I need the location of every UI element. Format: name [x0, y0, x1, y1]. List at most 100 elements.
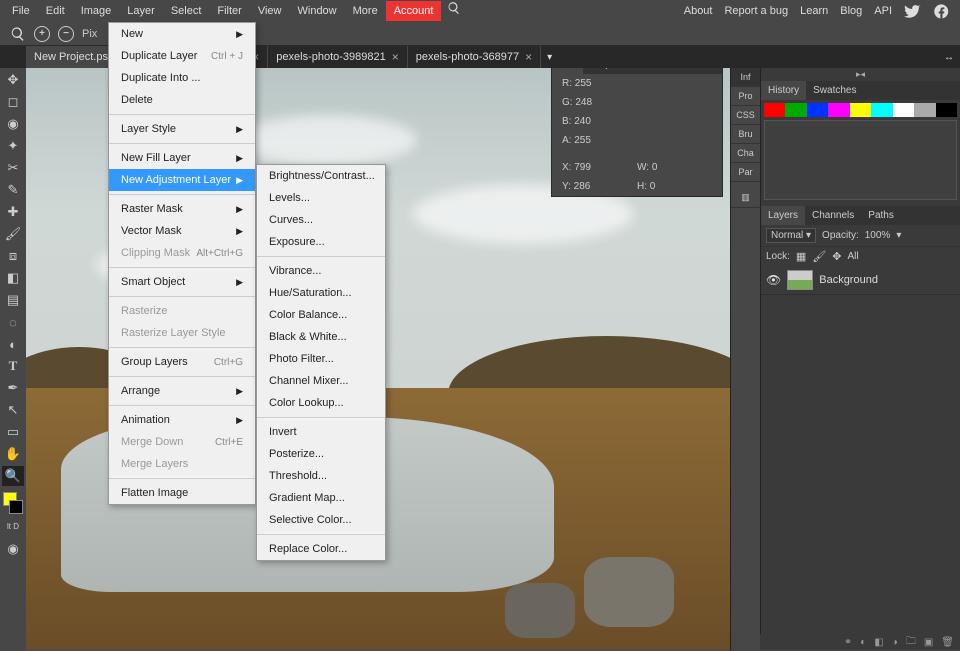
- menuitem-new-adjustment-layer[interactable]: New Adjustment Layer▶: [109, 169, 255, 191]
- menuitem-duplicate-into-[interactable]: Duplicate Into ...: [109, 67, 255, 89]
- collapse-icon[interactable]: ↔: [944, 52, 960, 63]
- facebook-icon[interactable]: [933, 3, 950, 20]
- tab-overflow-icon[interactable]: ▾: [541, 52, 558, 63]
- fx-icon[interactable]: ◐: [860, 637, 866, 648]
- marquee-tool[interactable]: ◻: [2, 92, 24, 112]
- midtab-character[interactable]: Cha: [731, 144, 760, 163]
- menu-filter[interactable]: Filter: [209, 1, 249, 21]
- pen-tool[interactable]: ✒: [2, 378, 24, 398]
- lock-all[interactable]: All: [848, 251, 859, 262]
- crop-tool[interactable]: ✂: [2, 158, 24, 178]
- zoom-tool[interactable]: 🔍: [2, 466, 24, 486]
- opacity-dropdown-icon[interactable]: ▾: [896, 230, 901, 241]
- history-list[interactable]: [764, 120, 957, 200]
- submenuitem-brightness-contrast-[interactable]: Brightness/Contrast...: [257, 165, 385, 187]
- menuitem-delete[interactable]: Delete: [109, 89, 255, 111]
- midtab-css[interactable]: CSS: [731, 106, 760, 125]
- info-tab-properties[interactable]: Properties: [583, 68, 643, 74]
- twitter-icon[interactable]: [904, 3, 921, 20]
- midtab-paragraph[interactable]: Par: [731, 163, 760, 182]
- midtab-brush[interactable]: Bru: [731, 125, 760, 144]
- blend-mode-dropdown[interactable]: Normal ▾: [766, 228, 816, 243]
- background-color[interactable]: [9, 500, 23, 514]
- menuitem-duplicate-layer[interactable]: Duplicate LayerCtrl + J: [109, 45, 255, 67]
- menu-select[interactable]: Select: [163, 1, 210, 21]
- menu-file[interactable]: File: [4, 1, 38, 21]
- zoom-in-button[interactable]: +: [34, 26, 50, 42]
- adjustment-icon[interactable]: ◑: [892, 637, 898, 648]
- link-api[interactable]: API: [874, 5, 892, 17]
- menuitem-new[interactable]: New▶: [109, 23, 255, 45]
- tab-channels[interactable]: Channels: [805, 206, 861, 225]
- submenuitem-replace-color-[interactable]: Replace Color...: [257, 538, 385, 560]
- menu-image[interactable]: Image: [73, 1, 120, 21]
- doc-tab-3[interactable]: pexels-photo-368977×: [408, 46, 541, 68]
- submenuitem-channel-mixer-[interactable]: Channel Mixer...: [257, 370, 385, 392]
- quickmask-tool[interactable]: ◉: [2, 539, 24, 559]
- midtab-color[interactable]: ▥: [731, 188, 760, 208]
- blur-tool[interactable]: ◌: [2, 312, 24, 332]
- lock-paint-icon[interactable]: 🖌: [812, 250, 826, 263]
- midtab-properties[interactable]: Pro: [731, 87, 760, 106]
- brush-tool[interactable]: 🖌: [2, 224, 24, 244]
- submenuitem-photo-filter-[interactable]: Photo Filter...: [257, 348, 385, 370]
- submenuitem-black-white-[interactable]: Black & White...: [257, 326, 385, 348]
- menuitem-arrange[interactable]: Arrange▶: [109, 380, 255, 402]
- menuitem-raster-mask[interactable]: Raster Mask▶: [109, 198, 255, 220]
- tab-history[interactable]: History: [761, 81, 806, 100]
- tab-layers[interactable]: Layers: [761, 206, 805, 225]
- shape-tool[interactable]: ▭: [2, 422, 24, 442]
- submenuitem-levels-[interactable]: Levels...: [257, 187, 385, 209]
- dodge-tool[interactable]: ◐: [2, 334, 24, 354]
- wand-tool[interactable]: ✦: [2, 136, 24, 156]
- layer-thumbnail[interactable]: [787, 270, 813, 290]
- submenuitem-invert[interactable]: Invert: [257, 421, 385, 443]
- folder-icon[interactable]: 🗀: [906, 634, 916, 651]
- zoom-out-button[interactable]: −: [58, 26, 74, 42]
- tab-swatches[interactable]: Swatches: [806, 81, 863, 100]
- menu-more[interactable]: More: [345, 1, 386, 21]
- menu-edit[interactable]: Edit: [38, 1, 73, 21]
- search-icon[interactable]: [447, 1, 461, 15]
- mask-icon[interactable]: ◧: [874, 637, 883, 648]
- close-icon[interactable]: ×: [392, 50, 399, 64]
- menuitem-vector-mask[interactable]: Vector Mask▶: [109, 220, 255, 242]
- lasso-tool[interactable]: ◉: [2, 114, 24, 134]
- eraser-tool[interactable]: ◧: [2, 268, 24, 288]
- menu-window[interactable]: Window: [290, 1, 345, 21]
- menuitem-new-fill-layer[interactable]: New Fill Layer▶: [109, 147, 255, 169]
- color-swatches[interactable]: [764, 103, 957, 117]
- menu-layer[interactable]: Layer: [119, 1, 163, 21]
- submenuitem-exposure-[interactable]: Exposure...: [257, 231, 385, 253]
- info-tab-css[interactable]: CSS: [642, 68, 677, 74]
- opacity-value[interactable]: 100%: [865, 230, 891, 241]
- submenuitem-vibrance-[interactable]: Vibrance...: [257, 260, 385, 282]
- lock-move-icon[interactable]: ✥: [832, 250, 841, 263]
- path-tool[interactable]: ↖: [2, 400, 24, 420]
- tab-paths[interactable]: Paths: [861, 206, 901, 225]
- submenuitem-curves-[interactable]: Curves...: [257, 209, 385, 231]
- menuitem-animation[interactable]: Animation▶: [109, 409, 255, 431]
- zoom-tool-icon[interactable]: [10, 26, 26, 42]
- hand-tool[interactable]: ✋: [2, 444, 24, 464]
- delete-icon[interactable]: 🗑: [941, 637, 954, 648]
- submenuitem-color-lookup-[interactable]: Color Lookup...: [257, 392, 385, 414]
- panel-collapse-icon[interactable]: ▸◂: [761, 68, 960, 81]
- menuitem-flatten-image[interactable]: Flatten Image: [109, 482, 255, 504]
- close-icon[interactable]: ×: [525, 50, 532, 64]
- submenuitem-color-balance-[interactable]: Color Balance...: [257, 304, 385, 326]
- info-tab-info[interactable]: Info: [552, 68, 583, 74]
- lock-transparent-icon[interactable]: ▦: [796, 250, 806, 263]
- menuitem-group-layers[interactable]: Group LayersCtrl+G: [109, 351, 255, 373]
- link-about[interactable]: About: [684, 5, 713, 17]
- submenuitem-gradient-map-[interactable]: Gradient Map...: [257, 487, 385, 509]
- doc-tab-2[interactable]: pexels-photo-3989821×: [268, 46, 408, 68]
- gradient-tool[interactable]: ▤: [2, 290, 24, 310]
- link-report-bug[interactable]: Report a bug: [724, 5, 788, 17]
- heal-tool[interactable]: ✚: [2, 202, 24, 222]
- link-learn[interactable]: Learn: [800, 5, 828, 17]
- menuitem-layer-style[interactable]: Layer Style▶: [109, 118, 255, 140]
- eyedropper-tool[interactable]: ✎: [2, 180, 24, 200]
- submenuitem-threshold-[interactable]: Threshold...: [257, 465, 385, 487]
- submenuitem-posterize-[interactable]: Posterize...: [257, 443, 385, 465]
